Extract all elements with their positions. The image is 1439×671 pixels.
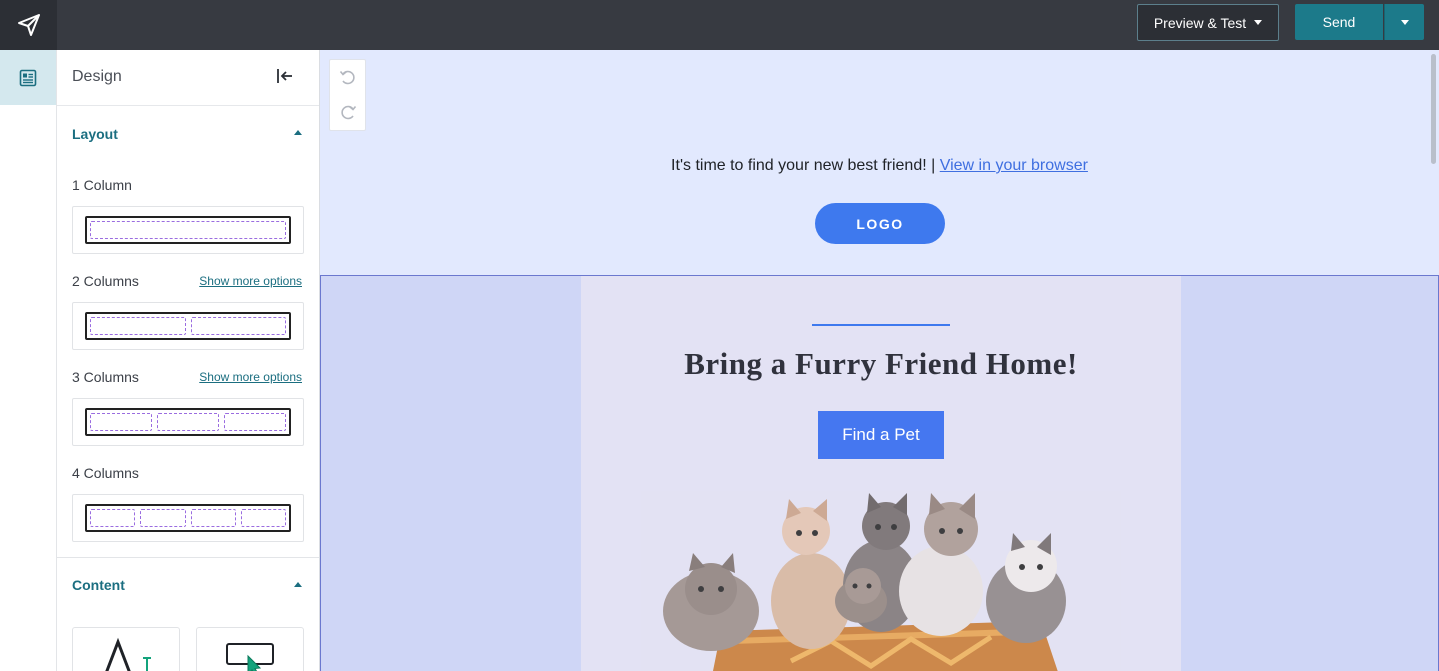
preheader-text: It's time to find your new best friend! … (671, 157, 940, 174)
history-controls (329, 59, 366, 131)
app-logo[interactable] (0, 0, 57, 50)
content-section-toggle[interactable]: Content (57, 558, 319, 610)
panel-title: Design (72, 68, 122, 85)
content-section-title: Content (72, 577, 125, 593)
layout-4-columns[interactable] (72, 494, 304, 542)
layout-cell (90, 221, 286, 239)
layout-section-toggle[interactable]: Layout (57, 106, 319, 158)
panel-header: Design (57, 50, 319, 106)
hero-title[interactable]: Bring a Furry Friend Home! (581, 346, 1181, 382)
text-block-icon (105, 637, 151, 671)
send-options-button[interactable] (1384, 4, 1424, 40)
collapse-left-icon[interactable] (276, 68, 294, 84)
design-panel: Design Layout 1 Column 2 Columns Show mo… (57, 50, 320, 671)
selected-hero-row[interactable]: Bring a Furry Friend Home! Find a Pet (320, 275, 1439, 671)
sidebar-rail (0, 50, 57, 671)
undo-button[interactable] (338, 67, 358, 87)
show-more-options-link[interactable]: Show more options (199, 274, 302, 288)
caret-down-icon (1400, 19, 1409, 25)
top-bar: Preview & Test Send (0, 0, 1439, 50)
content-block-button[interactable] (196, 627, 304, 671)
logo-placeholder[interactable]: LOGO (815, 203, 945, 244)
layout-preview (85, 408, 291, 436)
redo-button[interactable] (338, 102, 358, 122)
layout-cell (224, 413, 286, 431)
design-panel-icon (19, 69, 37, 86)
layout-option-label: 1 Column (72, 177, 132, 193)
sidebar-item-design[interactable] (0, 50, 56, 105)
kittens-photo[interactable] (641, 491, 1121, 671)
layout-cell (240, 509, 286, 527)
button-block-icon (226, 643, 274, 671)
layout-cell (190, 317, 286, 335)
send-label: Send (1322, 14, 1356, 30)
undo-icon (339, 70, 355, 85)
layout-preview (85, 312, 291, 340)
layout-3-columns[interactable] (72, 398, 304, 446)
preview-test-label: Preview & Test (1153, 14, 1247, 31)
email-canvas[interactable]: It's time to find your new best friend! … (320, 50, 1439, 671)
chevron-up-icon (294, 582, 302, 587)
layout-1-column[interactable] (72, 206, 304, 254)
layout-cell (140, 509, 186, 527)
hero-block[interactable]: Bring a Furry Friend Home! Find a Pet (581, 276, 1181, 671)
layout-2-columns[interactable] (72, 302, 304, 350)
send-button[interactable]: Send (1295, 4, 1383, 40)
layout-option-label: 2 Columns (72, 273, 139, 289)
view-in-browser-link[interactable]: View in your browser (940, 157, 1088, 174)
send-plane-icon (17, 14, 40, 36)
redo-icon (341, 105, 357, 120)
layout-preview (85, 216, 291, 244)
layout-cell (190, 509, 236, 527)
canvas-scrollbar[interactable] (1431, 54, 1436, 164)
find-a-pet-button[interactable]: Find a Pet (818, 411, 944, 459)
layout-cell (90, 413, 152, 431)
layout-section-title: Layout (72, 126, 118, 142)
layout-cell (157, 413, 219, 431)
preheader: It's time to find your new best friend! … (320, 157, 1439, 175)
hero-divider (812, 324, 950, 326)
content-block-text[interactable] (72, 627, 180, 671)
caret-down-icon (1254, 20, 1263, 25)
preview-test-button[interactable]: Preview & Test (1137, 4, 1279, 41)
layout-option-label: 3 Columns (72, 369, 139, 385)
show-more-options-link[interactable]: Show more options (199, 370, 302, 384)
layout-preview (85, 504, 291, 532)
layout-cell (90, 509, 136, 527)
layout-cell (90, 317, 186, 335)
layout-option-label: 4 Columns (72, 465, 139, 481)
chevron-up-icon (294, 130, 302, 135)
